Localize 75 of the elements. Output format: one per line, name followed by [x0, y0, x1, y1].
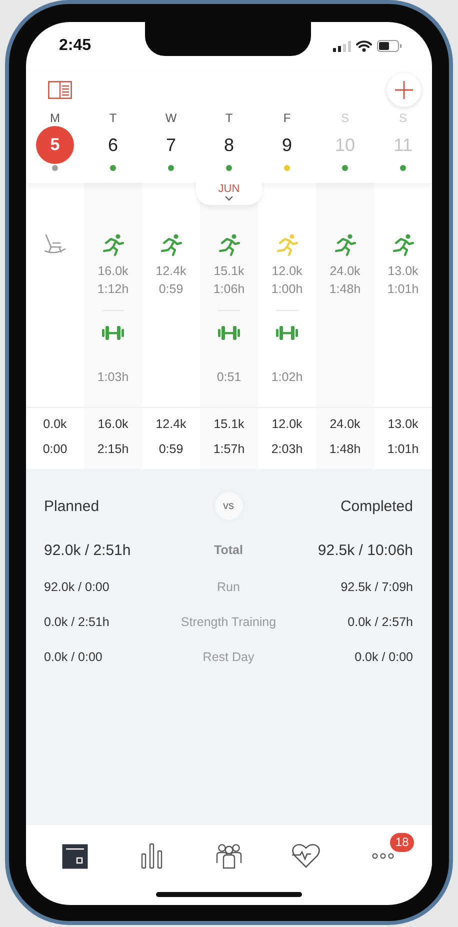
date-item[interactable]: 7: [152, 126, 190, 164]
day-total-time: 1:01h: [387, 441, 419, 458]
sidebar-icon[interactable]: [48, 81, 72, 99]
battery-icon: [377, 40, 402, 52]
strength-duration: 1:02h: [271, 369, 303, 386]
weekday-label: T: [225, 110, 233, 126]
run-distance: 24.0k: [330, 263, 360, 280]
people-icon: [215, 843, 243, 869]
run-duration: 1:48h: [329, 281, 361, 298]
bar-chart-icon: [140, 843, 163, 869]
date-item[interactable]: 9: [268, 126, 306, 164]
status-time: 2:45: [59, 37, 92, 55]
completed-value: 92.5k / 7:09h: [340, 580, 413, 594]
run-duration: 1:06h: [213, 281, 245, 298]
day-total-time: 0:59: [158, 441, 184, 458]
rocking-chair-icon: [43, 233, 67, 255]
calendar-icon: [62, 843, 88, 869]
run-distance: 12.0k: [272, 263, 302, 280]
planned-value: 92.0k / 0:00: [44, 580, 110, 594]
plus-icon: [395, 81, 413, 99]
day-total-distance: 0.0k: [43, 416, 67, 433]
run-distance: 13.0k: [388, 263, 418, 280]
run-distance: 16.0k: [98, 263, 128, 280]
tab-button[interactable]: [291, 843, 322, 869]
date-item[interactable]: 8: [210, 126, 248, 164]
weekday-label: T: [109, 110, 117, 126]
day-total-distance: 13.0k: [388, 416, 418, 433]
day-total-time: 2:03h: [271, 441, 303, 458]
completed-value: 92.5k / 10:06h: [316, 542, 413, 558]
planned-value: 92.0k / 2:51h: [44, 542, 132, 558]
weekday-label: W: [165, 110, 177, 126]
signal-icon: [333, 40, 351, 52]
day-total-distance: 24.0k: [330, 416, 360, 433]
summary-label: Run: [216, 580, 241, 594]
vs-badge: vs: [214, 492, 242, 520]
tab-button[interactable]: [62, 843, 88, 869]
run-duration: 1:12h: [97, 281, 129, 298]
tab-button[interactable]: [140, 843, 163, 869]
run-duration: 0:59: [158, 281, 184, 298]
date-item[interactable]: 6: [94, 126, 132, 164]
month-toggle[interactable]: JUN: [196, 179, 262, 205]
weekday-label: M: [50, 110, 60, 126]
run-duration: 1:01h: [387, 281, 419, 298]
heart-pulse-icon: [291, 843, 322, 869]
run-duration: 1:00h: [271, 281, 303, 298]
completed-value: 0.0k / 0:00: [354, 650, 413, 664]
run-distance: 15.1k: [214, 263, 244, 280]
more-icon: [372, 853, 394, 859]
day-total-time: 1:57h: [213, 441, 245, 458]
summary-label: Strength Training: [180, 614, 278, 628]
completed-heading: Completed: [339, 498, 413, 514]
completed-value: 0.0k / 2:57h: [346, 614, 413, 628]
wifi-icon: [356, 40, 372, 52]
summary-label: Total: [213, 543, 244, 557]
day-total-time: 2:15h: [97, 441, 129, 458]
planned-heading: Planned: [44, 498, 100, 514]
day-total-distance: 12.0k: [272, 416, 302, 433]
planned-value: 0.0k / 2:51h: [44, 614, 110, 628]
notification-badge: 18: [390, 833, 414, 852]
planned-value: 0.0k / 0:00: [44, 650, 104, 664]
add-button[interactable]: [387, 73, 421, 107]
day-total-time: 0:00: [42, 441, 68, 458]
tab-button[interactable]: [372, 853, 394, 859]
day-total-time: 1:48h: [329, 441, 361, 458]
day-total-distance: 16.0k: [98, 416, 128, 433]
run-distance: 12.4k: [156, 263, 186, 280]
day-total-distance: 12.4k: [156, 416, 186, 433]
date-item[interactable]: 5: [36, 126, 74, 164]
tab-button[interactable]: [215, 843, 243, 869]
strength-duration: 0:51: [216, 369, 242, 386]
chevron-down-icon: [225, 196, 233, 201]
weekday-label: F: [283, 110, 291, 126]
strength-duration: 1:03h: [97, 369, 129, 386]
day-total-distance: 15.1k: [214, 416, 244, 433]
summary-label: Rest Day: [202, 650, 256, 664]
